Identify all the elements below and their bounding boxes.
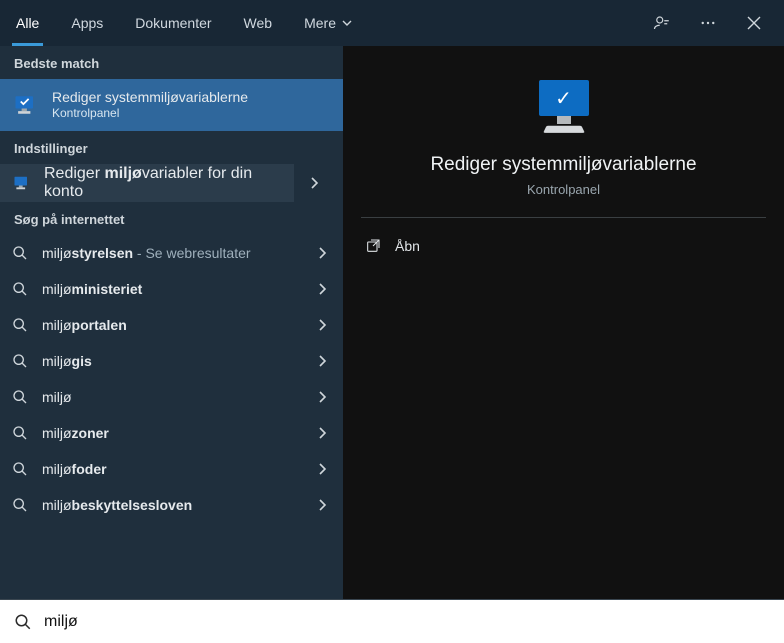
search-input[interactable] [44, 613, 770, 631]
feedback-button[interactable] [640, 0, 684, 46]
results-panel: Bedste match Rediger systemmiljøvariable… [0, 46, 343, 599]
web-result-label: miljøzoner [42, 425, 109, 441]
best-match-title: Rediger systemmiljøvariablerne [52, 89, 248, 106]
web-result-label: miljøministeriet [42, 281, 142, 297]
web-result-label: miljøstyrelsen - Se webresultater [42, 245, 251, 261]
web-result-label: miljøportalen [42, 317, 127, 333]
tab-apps[interactable]: Apps [55, 0, 119, 46]
search-icon [12, 353, 28, 369]
search-icon [12, 317, 28, 333]
chevron-right-icon [313, 282, 331, 296]
preview-panel: ✓ Rediger systemmiljøvariablerne Kontrol… [343, 46, 784, 599]
chevron-down-icon [342, 18, 352, 28]
search-icon [12, 497, 28, 513]
control-panel-icon [12, 91, 40, 119]
search-icon [12, 461, 28, 477]
tab-web[interactable]: Web [228, 0, 289, 46]
control-panel-icon [12, 173, 32, 193]
open-icon [365, 238, 381, 254]
chevron-right-icon [313, 246, 331, 260]
web-result[interactable]: miljø [0, 379, 343, 415]
web-result[interactable]: miljøfoder [0, 451, 343, 487]
tab-bar: Alle Apps Dokumenter Web Mere [0, 0, 784, 46]
expand-button[interactable] [295, 164, 333, 202]
chevron-right-icon [313, 498, 331, 512]
divider [361, 217, 766, 218]
preview-app-icon: ✓ [528, 80, 600, 140]
close-button[interactable] [732, 0, 776, 46]
search-bar [0, 599, 784, 643]
web-result[interactable]: miljøgis [0, 343, 343, 379]
section-settings: Indstillinger [0, 131, 343, 164]
open-action[interactable]: Åbn [361, 232, 766, 260]
section-web: Søg på internettet [0, 202, 343, 235]
web-result[interactable]: miljøministeriet [0, 271, 343, 307]
search-icon [12, 425, 28, 441]
search-icon [12, 281, 28, 297]
chevron-right-icon [313, 462, 331, 476]
search-icon [12, 245, 28, 261]
web-result-label: miljø [42, 389, 72, 405]
chevron-right-icon [313, 354, 331, 368]
tab-documents[interactable]: Dokumenter [119, 0, 227, 46]
more-options-button[interactable] [686, 0, 730, 46]
web-result[interactable]: miljøstyrelsen - Se webresultater [0, 235, 343, 271]
tab-all[interactable]: Alle [0, 0, 55, 46]
section-best-match: Bedste match [0, 46, 343, 79]
chevron-right-icon [313, 318, 331, 332]
web-result[interactable]: miljøzoner [0, 415, 343, 451]
web-result[interactable]: miljøportalen [0, 307, 343, 343]
best-match-subtitle: Kontrolpanel [52, 106, 248, 120]
settings-result-label: Rediger miljøvariabler for din konto [44, 165, 282, 201]
web-result-label: miljøbeskyttelsesloven [42, 497, 192, 513]
web-result-label: miljøgis [42, 353, 92, 369]
preview-subtitle: Kontrolpanel [361, 182, 766, 197]
tab-more-label: Mere [304, 15, 336, 31]
chevron-right-icon [313, 390, 331, 404]
preview-title: Rediger systemmiljøvariablerne [361, 154, 766, 176]
web-result-label: miljøfoder [42, 461, 107, 477]
best-match-result[interactable]: Rediger systemmiljøvariablerne Kontrolpa… [0, 79, 343, 131]
search-icon [12, 389, 28, 405]
chevron-right-icon [313, 426, 331, 440]
open-label: Åbn [395, 238, 420, 254]
web-result[interactable]: miljøbeskyttelsesloven [0, 487, 343, 523]
search-icon [14, 613, 32, 631]
settings-result-env-vars[interactable]: Rediger miljøvariabler for din konto [0, 164, 294, 202]
tab-more[interactable]: Mere [288, 0, 368, 46]
